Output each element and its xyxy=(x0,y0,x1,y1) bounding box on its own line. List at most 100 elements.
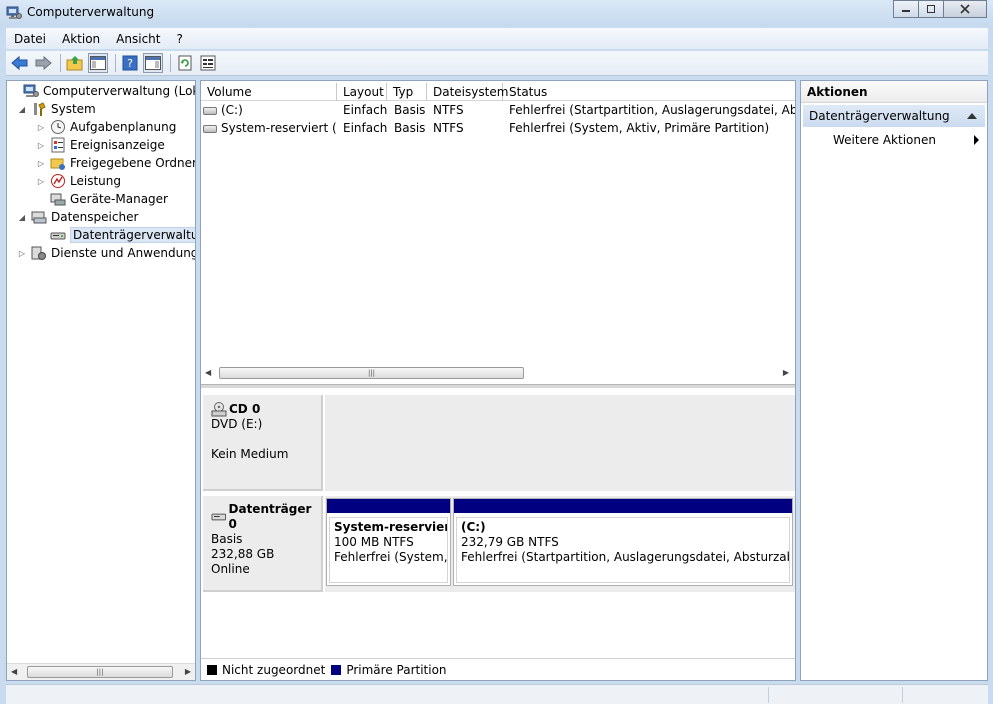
status-bar xyxy=(6,684,988,704)
restore-icon xyxy=(927,5,935,13)
show-hide-action-pane-icon xyxy=(145,56,161,70)
column-header-typ[interactable]: Typ xyxy=(387,83,427,101)
volume-list-horizontal-scrollbar[interactable]: ◀ ||| ▶ xyxy=(201,365,795,382)
scroll-right-icon[interactable]: ▶ xyxy=(783,368,789,377)
tree-item-label: Datenträgerverwaltung xyxy=(70,227,195,243)
refresh-button[interactable] xyxy=(175,53,195,73)
back-button[interactable] xyxy=(10,53,30,73)
up-folder-icon xyxy=(66,56,83,71)
properties-button[interactable] xyxy=(198,53,218,73)
disk-label-cd0[interactable]: CD 0 DVD (E:) Kein Medium xyxy=(203,395,323,491)
back-arrow-icon xyxy=(11,55,28,71)
tree-item-datenspeicher[interactable]: ◢ Datenspeicher xyxy=(17,208,138,226)
collapse-icon[interactable]: ◢ xyxy=(17,212,27,222)
close-button[interactable] xyxy=(943,0,987,18)
tree-item-aufgabenplanung[interactable]: ▷ Aufgabenplanung xyxy=(36,118,176,136)
show-hide-action-pane-button[interactable] xyxy=(143,53,163,73)
tree-item-system[interactable]: ◢ System xyxy=(17,100,96,118)
tree-item-ereignisanzeige[interactable]: ▷ Ereignisanzeige xyxy=(36,136,165,154)
collapse-icon[interactable]: ◢ xyxy=(17,104,27,114)
expand-icon[interactable]: ▷ xyxy=(36,122,46,132)
disk0-status: Online xyxy=(211,562,250,576)
tree-item-freigegebene-ordner[interactable]: ▷ Freigegebene Ordner xyxy=(36,154,195,172)
menu-ansicht[interactable]: Ansicht xyxy=(108,32,168,46)
scroll-thumb[interactable]: ||| xyxy=(219,367,524,379)
cd-drive-icon xyxy=(211,402,227,417)
volume-name: System-reserviert (D:) xyxy=(221,121,337,135)
tree-expander xyxy=(36,230,46,240)
show-hide-tree-button[interactable] xyxy=(88,53,108,73)
legend-swatch-primary xyxy=(331,664,342,675)
disk0-partitions-area: System-reserviert ( 100 MB NTFS Fehlerfr… xyxy=(325,496,795,592)
tree-item-datentraegerverwaltung[interactable]: Datenträgerverwaltung xyxy=(36,226,195,244)
tree-item-dienste-und-anwendungen[interactable]: ▷ Dienste und Anwendungen xyxy=(17,244,195,262)
expand-icon[interactable]: ▷ xyxy=(17,248,27,258)
cd-status: Kein Medium xyxy=(211,447,289,461)
tree-item-computerverwaltung[interactable]: Computerverwaltung (Lokal) xyxy=(9,82,195,100)
clock-icon xyxy=(51,120,65,134)
disk-label-disk0[interactable]: Datenträger 0 Basis 232,88 GB Online xyxy=(203,496,323,592)
expand-icon[interactable]: ▷ xyxy=(36,140,46,150)
partition-c[interactable]: (C:) 232,79 GB NTFS Fehlerfrei (Startpar… xyxy=(453,498,793,586)
tree-item-label: Computerverwaltung (Lokal) xyxy=(43,84,195,98)
partition-status: Fehlerfrei (Startpartition, Auslagerungs… xyxy=(461,550,789,564)
cd-drive-letter: DVD (E:) xyxy=(211,417,263,431)
table-row[interactable]: System-reserviert (D:) Einfach Basis NTF… xyxy=(201,119,795,137)
expand-icon[interactable]: ▷ xyxy=(36,176,46,186)
partition-system-reserviert[interactable]: System-reserviert ( 100 MB NTFS Fehlerfr… xyxy=(326,498,451,586)
up-level-button[interactable] xyxy=(65,53,85,73)
shared-folder-icon xyxy=(50,158,65,170)
disk-management-pane: Volume Layout Typ Dateisystem Status (C:… xyxy=(200,80,796,681)
menu-help[interactable]: ? xyxy=(168,32,190,46)
status-cell: Fehlerfrei (Startpartition, Auslagerungs… xyxy=(509,103,795,117)
menu-aktion[interactable]: Aktion xyxy=(54,32,108,46)
status-cell: Fehlerfrei (System, Aktiv, Primäre Parti… xyxy=(509,121,770,135)
system-tools-icon xyxy=(34,102,46,116)
submenu-arrow-icon xyxy=(974,135,979,145)
tree-horizontal-scrollbar[interactable]: ◀ ||| ▶ xyxy=(7,663,195,680)
expand-icon[interactable]: ▷ xyxy=(36,158,46,168)
toolbar: ? xyxy=(6,51,988,76)
navigation-tree: Computerverwaltung (Lokal) ◢ System ▷ Au… xyxy=(6,80,196,681)
weitere-aktionen-item[interactable]: Weitere Aktionen xyxy=(801,129,987,151)
disk-name: Datenträger 0 xyxy=(211,502,321,532)
event-viewer-icon xyxy=(51,137,65,153)
computer-management-icon xyxy=(6,6,22,19)
collapse-up-icon[interactable] xyxy=(967,113,977,119)
help-icon: ? xyxy=(122,55,138,71)
legend-swatch-unallocated xyxy=(207,664,217,675)
layout-cell: Einfach xyxy=(343,121,387,135)
dateisystem-cell: NTFS xyxy=(433,121,464,135)
scroll-thumb[interactable]: ||| xyxy=(27,666,173,678)
column-header-status[interactable]: Status xyxy=(503,83,795,101)
disk-graphic-view: CD 0 DVD (E:) Kein Medium Datenträger 0 … xyxy=(201,389,795,659)
refresh-icon xyxy=(178,55,192,71)
partition-info: System-reserviert ( 100 MB NTFS Fehlerfr… xyxy=(329,517,448,583)
pane-splitter[interactable] xyxy=(201,384,795,388)
tree-item-leistung[interactable]: ▷ Leistung xyxy=(36,172,121,190)
cd-media-area[interactable] xyxy=(325,395,795,491)
partition-size: 100 MB NTFS xyxy=(334,535,414,549)
disk0-name: Datenträger 0 xyxy=(228,502,312,531)
computer-management-icon xyxy=(23,84,39,97)
tree-item-label: Dienste und Anwendungen xyxy=(51,246,195,260)
storage-icon xyxy=(31,211,47,224)
scroll-left-icon[interactable]: ◀ xyxy=(11,667,17,676)
legend-label-unallocated: Nicht zugeordnet xyxy=(222,662,326,677)
restore-button[interactable] xyxy=(918,0,944,18)
scroll-right-icon[interactable]: ▶ xyxy=(185,667,191,676)
menu-datei[interactable]: Datei xyxy=(6,32,54,46)
minimize-button[interactable] xyxy=(893,0,919,18)
tree-item-geraete-manager[interactable]: Geräte-Manager xyxy=(36,190,168,208)
column-header-dateisystem[interactable]: Dateisystem xyxy=(427,83,508,101)
actions-section-datentraegerverwaltung[interactable]: Datenträgerverwaltung xyxy=(803,105,985,127)
device-manager-icon xyxy=(50,193,66,206)
column-header-volume[interactable]: Volume xyxy=(201,83,337,101)
forward-button[interactable] xyxy=(33,53,53,73)
table-row[interactable]: (C:) Einfach Basis NTFS Fehlerfrei (Star… xyxy=(201,101,795,119)
column-header-layout[interactable]: Layout xyxy=(337,83,387,101)
scroll-left-icon[interactable]: ◀ xyxy=(205,368,211,377)
toolbar-separator xyxy=(170,54,171,72)
hard-disk-icon xyxy=(211,513,227,521)
help-button[interactable]: ? xyxy=(120,53,140,73)
